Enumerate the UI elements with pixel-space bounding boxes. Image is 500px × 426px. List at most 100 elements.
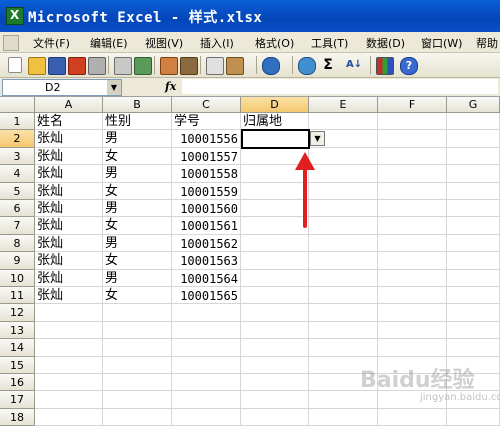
column-header-e[interactable]: E	[309, 97, 378, 113]
cell-c8[interactable]: 10001562	[172, 234, 241, 253]
name-box[interactable]: D2 ▼	[2, 79, 122, 96]
cell-a5[interactable]: 张灿	[35, 182, 103, 200]
cell-e8[interactable]	[309, 234, 378, 253]
cell-c5[interactable]: 10001559	[172, 182, 241, 200]
menu-insert[interactable]: 插入(I)	[200, 35, 234, 51]
cell-a11[interactable]: 张灿	[35, 287, 103, 305]
cell-c1[interactable]: 学号	[172, 113, 241, 131]
menu-data[interactable]: 数据(D)	[366, 35, 405, 51]
cell-e14[interactable]	[309, 339, 378, 357]
cell-e12[interactable]	[309, 304, 378, 322]
cell-c2[interactable]: 10001556	[172, 130, 241, 148]
cell-d9[interactable]	[241, 252, 309, 270]
insert-function-icon[interactable]: fx	[165, 80, 176, 93]
cell-g13[interactable]	[447, 321, 500, 340]
cell-a12[interactable]	[35, 304, 103, 322]
cell-b15[interactable]	[103, 356, 172, 374]
cell-c12[interactable]	[172, 304, 241, 322]
cell-d17[interactable]	[241, 391, 309, 409]
cell-g4[interactable]	[447, 165, 500, 183]
row-header-6[interactable]: 6	[0, 200, 35, 218]
cell-g9[interactable]	[447, 252, 500, 270]
cell-f12[interactable]	[378, 304, 447, 322]
research-icon[interactable]	[160, 57, 178, 75]
row-header-7[interactable]: 7	[0, 217, 35, 235]
cell-a15[interactable]	[35, 356, 103, 374]
cell-a6[interactable]: 张灿	[35, 200, 103, 218]
column-header-f[interactable]: F	[378, 97, 447, 113]
cell-c6[interactable]: 10001560	[172, 200, 241, 218]
cell-f4[interactable]	[378, 165, 447, 183]
cell-e13[interactable]	[309, 321, 378, 340]
cell-b6[interactable]: 男	[103, 200, 172, 218]
cell-b1[interactable]: 性别	[103, 113, 172, 131]
cell-b2[interactable]: 男	[103, 130, 172, 148]
help-icon[interactable]: ?	[400, 57, 418, 75]
print-preview-icon[interactable]	[114, 57, 132, 75]
cell-d12[interactable]	[241, 304, 309, 322]
row-header-17[interactable]: 17	[0, 391, 35, 409]
cell-d8[interactable]	[241, 234, 309, 253]
cell-f3[interactable]	[378, 147, 447, 166]
column-header-d[interactable]: D	[241, 97, 309, 113]
cell-b11[interactable]: 女	[103, 287, 172, 305]
cell-e10[interactable]	[309, 269, 378, 287]
cut-icon[interactable]	[180, 57, 198, 75]
cell-c14[interactable]	[172, 339, 241, 357]
cell-b10[interactable]: 男	[103, 269, 172, 287]
cell-g6[interactable]	[447, 200, 500, 218]
cell-d13[interactable]	[241, 321, 309, 340]
cell-c18[interactable]	[172, 408, 241, 426]
cell-a18[interactable]	[35, 408, 103, 426]
cell-c13[interactable]	[172, 321, 241, 340]
cell-f18[interactable]	[378, 408, 447, 426]
undo-icon[interactable]	[262, 57, 280, 75]
row-header-11[interactable]: 11	[0, 287, 35, 305]
cell-b12[interactable]	[103, 304, 172, 322]
cell-g3[interactable]	[447, 147, 500, 166]
menu-help[interactable]: 帮助	[476, 35, 498, 51]
cell-a7[interactable]: 张灿	[35, 217, 103, 235]
cell-b3[interactable]: 女	[103, 147, 172, 166]
cell-d1[interactable]: 归属地	[241, 113, 309, 131]
cell-a2[interactable]: 张灿	[35, 130, 103, 148]
cell-b14[interactable]	[103, 339, 172, 357]
cell-c9[interactable]: 10001563	[172, 252, 241, 270]
cell-e1[interactable]	[309, 113, 378, 131]
menu-view[interactable]: 视图(V)	[145, 35, 183, 51]
chart-icon[interactable]	[376, 57, 394, 75]
menu-tools[interactable]: 工具(T)	[311, 35, 348, 51]
row-header-2[interactable]: 2	[0, 130, 35, 148]
cell-d15[interactable]	[241, 356, 309, 374]
menu-window[interactable]: 窗口(W)	[421, 35, 462, 51]
cell-f1[interactable]	[378, 113, 447, 131]
cell-f2[interactable]	[378, 130, 447, 148]
cell-c3[interactable]: 10001557	[172, 147, 241, 166]
row-header-13[interactable]: 13	[0, 321, 35, 340]
cell-g7[interactable]	[447, 217, 500, 235]
cell-a8[interactable]: 张灿	[35, 234, 103, 253]
cell-g18[interactable]	[447, 408, 500, 426]
cell-g10[interactable]	[447, 269, 500, 287]
cell-b16[interactable]	[103, 374, 172, 392]
copy-icon[interactable]	[206, 57, 224, 75]
menu-format[interactable]: 格式(O)	[255, 35, 294, 51]
cell-a9[interactable]: 张灿	[35, 252, 103, 270]
cell-d16[interactable]	[241, 374, 309, 392]
paste-icon[interactable]	[226, 57, 244, 75]
row-header-9[interactable]: 9	[0, 252, 35, 270]
cell-f11[interactable]	[378, 287, 447, 305]
cell-c15[interactable]	[172, 356, 241, 374]
cell-c11[interactable]: 10001565	[172, 287, 241, 305]
cell-f6[interactable]	[378, 200, 447, 218]
cell-g11[interactable]	[447, 287, 500, 305]
row-header-15[interactable]: 15	[0, 356, 35, 374]
print-icon[interactable]	[88, 57, 106, 75]
row-header-1[interactable]: 1	[0, 113, 35, 131]
row-header-8[interactable]: 8	[0, 234, 35, 253]
column-header-a[interactable]: A	[35, 97, 103, 113]
cell-f8[interactable]	[378, 234, 447, 253]
column-header-b[interactable]: B	[103, 97, 172, 113]
menu-edit[interactable]: 编辑(E)	[90, 35, 128, 51]
row-header-10[interactable]: 10	[0, 269, 35, 287]
